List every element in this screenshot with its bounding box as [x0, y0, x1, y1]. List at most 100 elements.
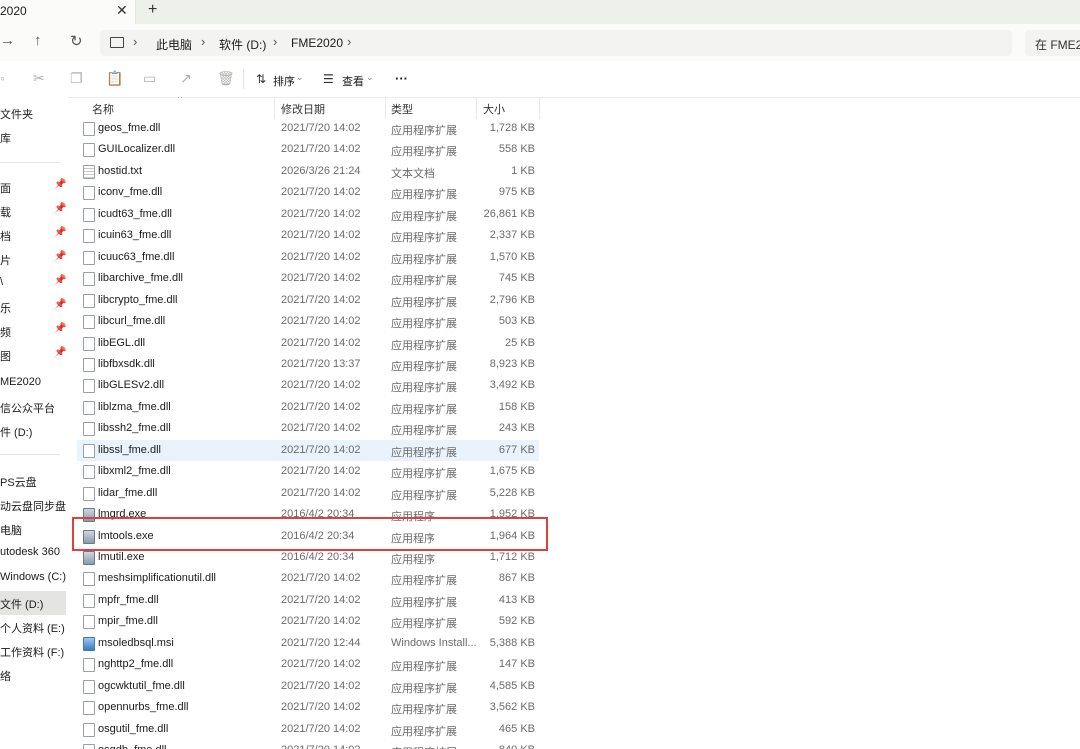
up-icon[interactable]: ↑	[34, 32, 42, 49]
sidebar-item-drive-d[interactable]: 文件 (D:)	[0, 591, 66, 615]
column-header-modified[interactable]: 修改日期	[281, 101, 325, 117]
column-header-type[interactable]: 类型	[391, 101, 413, 117]
copy-icon[interactable]: ❐	[70, 70, 83, 87]
file-row[interactable]: libfbxsdk.dll 2021/7/20 13:37 应用程序扩展 8,923 …	[77, 354, 539, 375]
sidebar-item-drive-c[interactable]: Windows (C:)	[0, 567, 66, 589]
file-row[interactable]: libGLESv2.dll 2021/7/20 14:02 应用程序扩展 3,492 …	[77, 375, 539, 396]
search-input[interactable]: 在 FME2020	[1025, 30, 1080, 56]
chevron-down-icon: ⌄	[296, 72, 304, 82]
file-row[interactable]: libxml2_fme.dll 2021/7/20 14:02 应用程序扩展 1,67…	[77, 461, 539, 482]
sidebar-item-drive-e[interactable]: 个人资料 (E:)	[0, 616, 66, 638]
share-icon[interactable]: ↗	[180, 70, 192, 87]
new-tab-button[interactable]: +	[148, 1, 157, 19]
file-row[interactable]: lidar_fme.dll 2021/7/20 14:02 应用程序扩展 5,228 …	[77, 483, 539, 504]
file-list: ^ 名称 修改日期 类型 大小 geos_fme.dll 2021/7/20 14…	[74, 97, 1080, 749]
file-row[interactable]: osgutil_fme.dll 2021/7/20 14:02 应用程序扩展 465 …	[77, 719, 539, 740]
file-row[interactable]: nghttp2_fme.dll 2021/7/20 14:02 应用程序扩展 147 …	[77, 654, 539, 675]
column-divider[interactable]	[539, 97, 540, 119]
file-row[interactable]: GUILocalizer.dll 2021/7/20 14:02 应用程序扩展 558…	[77, 139, 539, 160]
column-header-name[interactable]: 名称	[92, 101, 114, 117]
chevron-right-icon[interactable]: ›	[347, 34, 351, 49]
close-tab-icon[interactable]: ✕	[116, 2, 128, 19]
sidebar-item-desktop[interactable]: 面 📌	[0, 176, 66, 198]
file-modified: 2021/7/20 14:02	[281, 658, 361, 671]
file-size: 975 KB	[498, 186, 535, 199]
new-icon[interactable]: ◦	[0, 70, 5, 86]
tab-fme2020[interactable]: 2020 ✕	[0, 0, 136, 24]
file-row[interactable]: osgdb_fme.dll 2021/7/20 14:02 应用程序扩展 840 KB	[77, 740, 539, 749]
toolbar-divider	[243, 69, 244, 89]
file-size: 592 KB	[498, 615, 535, 628]
sidebar-item-documents[interactable]: 档 📌	[0, 224, 66, 246]
sidebar-item-autodesk-360[interactable]: utodesk 360	[0, 542, 66, 564]
breadcrumb-this-pc[interactable]: 此电脑	[156, 36, 192, 53]
column-divider[interactable]	[274, 97, 275, 119]
sidebar-item-videos[interactable]: 频 📌	[0, 320, 66, 342]
file-row[interactable]: hostid.txt 2026/3/26 21:24 文本文档 1 KB	[77, 161, 539, 182]
sidebar-item-this-pc[interactable]: 电脑	[0, 518, 66, 540]
sort-ascending-icon: ^	[178, 97, 183, 103]
sidebar-item-mobile-cloud-sync[interactable]: 动云盘同步盘	[0, 494, 66, 516]
column-divider[interactable]	[476, 97, 477, 119]
file-row[interactable]: opennurbs_fme.dll 2021/7/20 14:02 应用程序扩展 3,…	[77, 697, 539, 718]
rename-icon[interactable]: ▭	[143, 70, 156, 87]
file-row[interactable]: mpfr_fme.dll 2021/7/20 14:02 应用程序扩展 413 KB	[77, 590, 539, 611]
breadcrumb-drive-d[interactable]: 软件 (D:)	[219, 36, 266, 53]
title-bar: 2020 ✕ +	[0, 0, 1080, 24]
file-row[interactable]: meshsimplificationutil.dll 2021/7/20 14:0…	[77, 568, 539, 589]
file-row[interactable]: ogcwktutil_fme.dll 2021/7/20 14:02 应用程序扩展 4…	[77, 676, 539, 697]
file-row[interactable]: icudt63_fme.dll 2021/7/20 14:02 应用程序扩展 26,8…	[77, 204, 539, 225]
file-row[interactable]: libarchive_fme.dll 2021/7/20 14:02 应用程序扩展 7…	[77, 268, 539, 289]
sidebar-item-pictures[interactable]: 片 📌	[0, 248, 66, 270]
file-row[interactable]: icuuc63_fme.dll 2021/7/20 14:02 应用程序扩展 1,57…	[77, 247, 539, 268]
sidebar-item-drive-d-quick[interactable]: 件 (D:)	[0, 420, 66, 442]
sidebar-divider	[0, 454, 60, 455]
sidebar-item-music[interactable]: 乐 📌	[0, 296, 66, 318]
sidebar-item-library[interactable]: 库	[0, 126, 66, 148]
file-row[interactable]: msoledbsql.msi 2021/7/20 12:44 Windows Ins…	[77, 633, 539, 654]
file-row[interactable]: lmtools.exe 2016/4/2 20:34 应用程序 1,964 KB	[77, 526, 539, 547]
file-row[interactable]: libcrypto_fme.dll 2021/7/20 14:02 应用程序扩展 2,…	[77, 290, 539, 311]
sidebar-item-quick-access[interactable]: \ 📌	[0, 272, 66, 294]
view-button[interactable]: 查看	[342, 73, 364, 89]
dll-file-icon	[83, 336, 95, 351]
file-row[interactable]: lmgrd.exe 2016/4/2 20:34 应用程序 1,952 KB	[77, 504, 539, 525]
file-name: ogcwktutil_fme.dll	[98, 679, 185, 692]
delete-icon[interactable]: 🗑	[217, 70, 235, 87]
file-row[interactable]: geos_fme.dll 2021/7/20 14:02 应用程序扩展 1,728 K…	[77, 118, 539, 139]
cut-icon[interactable]: ✂	[33, 70, 45, 87]
file-name: lmtools.exe	[98, 529, 154, 542]
breadcrumb-fme2020[interactable]: FME2020	[291, 36, 343, 50]
file-row[interactable]: mpir_fme.dll 2021/7/20 14:02 应用程序扩展 592 KB	[77, 611, 539, 632]
more-options-button[interactable]: ···	[395, 71, 408, 86]
dll-file-icon	[83, 722, 95, 737]
file-row[interactable]: icuin63_fme.dll 2021/7/20 14:02 应用程序扩展 2,33…	[77, 225, 539, 246]
file-name: osgutil_fme.dll	[98, 722, 169, 735]
breadcrumb[interactable]: › 此电脑 › 软件 (D:) › FME2020 ›	[100, 30, 1012, 56]
sidebar-item-wps-cloud[interactable]: PS云盘	[0, 470, 66, 492]
file-type: 应用程序扩展	[391, 618, 457, 631]
paste-icon[interactable]: 📋	[106, 70, 123, 87]
file-row[interactable]: liblzma_fme.dll 2021/7/20 14:02 应用程序扩展 158 …	[77, 397, 539, 418]
sidebar-item-downloads[interactable]: 载 📌	[0, 200, 66, 222]
sidebar-item-screenshots[interactable]: 图 📌	[0, 344, 66, 366]
file-row[interactable]: libcurl_fme.dll 2021/7/20 14:02 应用程序扩展 503 …	[77, 311, 539, 332]
file-row[interactable]: lmutil.exe 2016/4/2 20:34 应用程序 1,712 KB	[77, 547, 539, 568]
forward-icon[interactable]: →	[0, 32, 15, 49]
sort-button[interactable]: 排序	[273, 73, 295, 89]
sidebar-item-folder[interactable]: 文件夹	[0, 102, 66, 124]
dll-file-icon	[83, 744, 95, 749]
dll-file-icon	[83, 207, 95, 222]
column-divider[interactable]	[385, 97, 386, 119]
sidebar-item-drive-f[interactable]: 工作资料 (F:)	[0, 640, 66, 662]
pin-icon: 📌	[54, 275, 67, 286]
file-row[interactable]: iconv_fme.dll 2021/7/20 14:02 应用程序扩展 975 KB	[77, 182, 539, 203]
sidebar-item-network[interactable]: 络	[0, 664, 66, 686]
column-header-size[interactable]: 大小	[483, 101, 505, 117]
file-row[interactable]: libssl_fme.dll 2021/7/20 14:02 应用程序扩展 677 K…	[77, 439, 539, 461]
file-row[interactable]: libEGL.dll 2021/7/20 14:02 应用程序扩展 25 KB	[77, 333, 539, 354]
file-row[interactable]: libssh2_fme.dll 2021/7/20 14:02 应用程序扩展 243 …	[77, 418, 539, 439]
sidebar-item-fme2020[interactable]: ME2020	[0, 372, 66, 394]
refresh-icon[interactable]: ↻	[70, 32, 83, 50]
sidebar-item-wechat-platform[interactable]: 信公众平台	[0, 396, 66, 418]
